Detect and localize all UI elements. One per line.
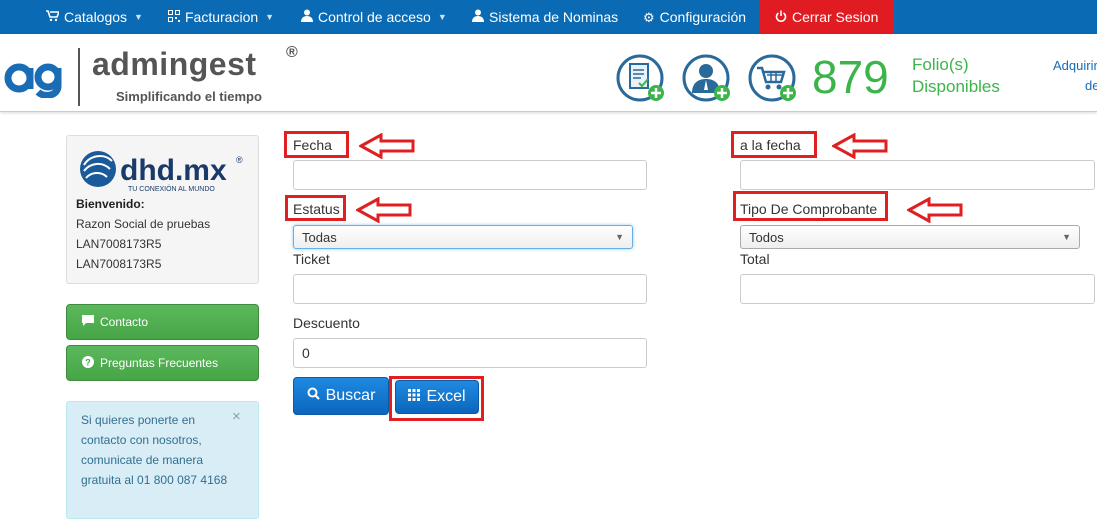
folio-count: 879 <box>812 51 889 103</box>
contact-info-alert: Si quieres ponerte en contacto con nosot… <box>66 401 259 519</box>
nav-control-acceso[interactable]: Control de acceso ▼ <box>301 0 447 34</box>
company-logo: dhd.mx ® TU CONEXIÓN AL MUNDO <box>80 151 243 193</box>
annotation-box-excel <box>389 376 484 421</box>
close-icon[interactable]: × <box>232 408 241 425</box>
rfc-line-1: LAN7008173R5 <box>76 237 162 251</box>
tipo-comprobante-select[interactable]: Todos ▼ <box>740 225 1080 249</box>
fecha-input[interactable] <box>293 160 647 190</box>
folio-label-line1: Folio(s) <box>912 55 969 74</box>
acquire-line1: Adquirir <box>1053 58 1097 73</box>
search-button[interactable]: Buscar <box>293 377 389 415</box>
nav-logout[interactable]: Cerrar Sesion <box>759 0 895 34</box>
nav-facturacion[interactable]: Facturacion ▼ <box>168 0 274 34</box>
brand-registered-mark: ® <box>286 44 298 61</box>
annotation-arrow-icon <box>359 133 415 159</box>
user-icon <box>301 3 313 32</box>
nav-facturacion-label: Facturacion <box>185 8 259 25</box>
add-user-icon[interactable] <box>681 53 731 103</box>
faq-button-label: Preguntas Frecuentes <box>100 356 219 370</box>
contact-button-label: Contacto <box>100 315 149 329</box>
annotation-box-tipo <box>733 191 888 221</box>
ticket-input[interactable] <box>293 274 647 304</box>
contact-button[interactable]: Contacto <box>66 304 259 340</box>
annotation-arrow-icon <box>832 133 888 159</box>
question-icon: ? <box>82 355 94 371</box>
caret-down-icon: ▼ <box>134 11 143 22</box>
folio-label: Folio(s) Disponibles <box>912 54 1000 98</box>
annotation-arrow-icon <box>356 197 412 223</box>
brand-name: admingest <box>92 46 257 82</box>
ticket-label: Ticket <box>293 251 330 267</box>
tipo-select-value: Todos <box>749 229 784 245</box>
comment-icon <box>82 315 94 329</box>
brand-tagline: Simplificando el tiempo <box>116 89 262 104</box>
admingest-logo-icon <box>4 63 62 98</box>
faq-button[interactable]: ? Preguntas Frecuentes <box>66 345 259 381</box>
annotation-box-estatus <box>285 195 346 221</box>
add-invoice-icon[interactable] <box>615 53 665 103</box>
annotation-box-fecha <box>284 131 349 158</box>
nav-catalogos-label: Catalogos <box>64 8 128 25</box>
caret-down-icon: ▼ <box>265 11 275 22</box>
chevron-down-icon: ▼ <box>615 232 624 242</box>
folio-label-line2: Disponibles <box>912 77 1000 96</box>
estatus-select-value: Todas <box>302 229 337 245</box>
acquire-folios-link[interactable]: Adquirir de <box>1053 56 1097 96</box>
annotation-arrow-icon <box>907 197 963 223</box>
annotation-box-a-la-fecha <box>731 131 817 158</box>
total-input[interactable] <box>740 274 1095 304</box>
search-icon <box>307 387 320 405</box>
nav-logout-label: Cerrar Sesion <box>792 8 879 25</box>
welcome-label: Bienvenido: <box>76 197 145 211</box>
a-la-fecha-input[interactable] <box>740 160 1095 190</box>
add-cart-icon[interactable] <box>747 53 797 103</box>
contact-info-text: Si quieres ponerte en contacto con nosot… <box>81 413 228 487</box>
qr-icon <box>168 3 180 32</box>
svg-text:?: ? <box>85 357 91 367</box>
power-icon <box>775 3 787 32</box>
acquire-line2: de <box>1085 78 1097 93</box>
nav-configuracion[interactable]: ⚙ Configuración <box>643 0 746 34</box>
total-label: Total <box>740 251 770 267</box>
company-tagline: TU CONEXIÓN AL MUNDO <box>128 184 215 193</box>
cart-icon <box>46 3 61 32</box>
chevron-down-icon: ▼ <box>1062 232 1071 242</box>
brand-separator <box>78 48 80 106</box>
top-navbar: Catalogos ▼ Facturacion ▼ Control de acc… <box>0 0 1097 34</box>
razon-social: Razon Social de pruebas <box>76 217 211 231</box>
rfc-line-2: LAN7008173R5 <box>76 257 162 271</box>
company-logo-name: dhd.mx <box>120 154 227 187</box>
nav-nominas[interactable]: Sistema de Nominas <box>472 0 618 34</box>
caret-down-icon: ▼ <box>437 11 447 22</box>
gear-icon: ⚙ <box>643 9 655 25</box>
nav-control-label: Control de acceso <box>318 8 431 25</box>
nav-nominas-label: Sistema de Nominas <box>489 8 619 25</box>
company-logo-reg: ® <box>236 155 243 165</box>
descuento-input[interactable]: 0 <box>293 338 647 368</box>
search-button-label: Buscar <box>325 387 376 404</box>
nav-config-label: Configuración <box>659 8 747 25</box>
nav-catalogos[interactable]: Catalogos ▼ <box>46 0 143 34</box>
descuento-label: Descuento <box>293 315 360 331</box>
user-icon <box>472 3 484 32</box>
estatus-select[interactable]: Todas ▼ <box>293 225 633 249</box>
